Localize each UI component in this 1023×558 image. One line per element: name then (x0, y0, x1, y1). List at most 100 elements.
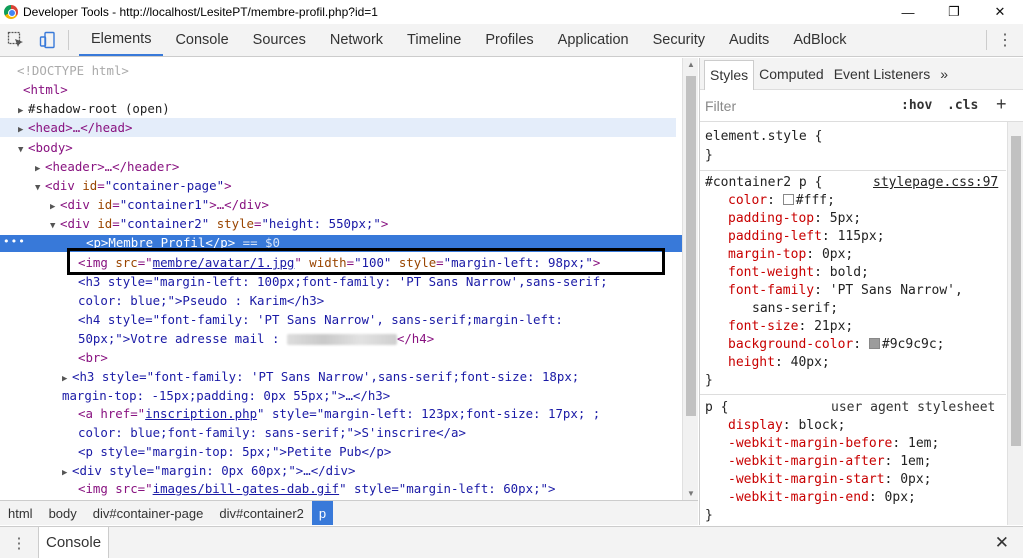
breadcrumb: html body div#container-page div#contain… (0, 500, 698, 525)
rule-divider (700, 394, 1006, 395)
h4-email-node[interactable]: <h4 style="font-family: 'PT Sans Narrow'… (78, 310, 563, 329)
filter-input[interactable]: Filter (705, 98, 736, 114)
ua-prop-margin-end: -webkit-margin-end: 0px; (728, 490, 916, 505)
tab-application[interactable]: Application (546, 24, 641, 56)
h3-pseudo-node-cont[interactable]: color: blue;">Pseudo : Karim</h3> (78, 291, 324, 310)
new-rule-icon[interactable]: + (996, 94, 1007, 115)
breadcrumb-container-page[interactable]: div#container-page (85, 501, 212, 525)
tab-elements[interactable]: Elements (79, 24, 164, 56)
color-swatch[interactable] (868, 338, 880, 349)
div-margin-node[interactable]: ▶ <div style="margin: 0px 60px;">…</div> (62, 461, 355, 480)
container1-node[interactable]: ▶ <div id="container1">…</div> (50, 195, 269, 214)
img-gif-node[interactable]: <img src="images/bill-gates-dab.gif" sty… (78, 479, 555, 498)
drawer-tab-console[interactable]: Console (38, 526, 110, 558)
scroll-up-icon[interactable]: ▲ (687, 60, 695, 69)
breadcrumb-container2[interactable]: div#container2 (211, 501, 312, 525)
prop-padding-left[interactable]: padding-left: 115px; (728, 228, 885, 246)
rule1-close: } (705, 373, 713, 388)
tab-computed[interactable]: Computed (754, 58, 829, 90)
tab-timeline[interactable]: Timeline (395, 24, 473, 56)
collapse-triangle-icon[interactable]: ▼ (35, 179, 45, 198)
device-toolbar-icon[interactable] (32, 24, 64, 56)
rule-divider (700, 170, 1006, 171)
devtools-toolbar: Elements Console Sources Network Timelin… (0, 24, 1023, 57)
prop-font-size[interactable]: font-size: 21px; (728, 318, 853, 336)
prop-background-color[interactable]: background-color: #9c9c9c; (728, 336, 945, 354)
rule1-source-link[interactable]: stylepage.css:97 (873, 174, 998, 192)
gif-src-link[interactable]: images/bill-gates-dab.gif (153, 481, 340, 496)
h4-email-node-cont[interactable]: 50px;">Votre adresse mail : </h4> (78, 329, 434, 348)
blurred-email (286, 334, 397, 345)
row-menu-icon[interactable]: ••• (3, 235, 26, 248)
inscription-link[interactable]: inscription.php (145, 406, 257, 421)
color-swatch[interactable] (782, 194, 794, 205)
tab-console[interactable]: Console (163, 24, 240, 56)
container-page-node[interactable]: ▼ <div id="container-page"> (35, 176, 232, 195)
elements-scrollbar[interactable]: ▲ ▼ (682, 58, 698, 500)
scroll-down-icon[interactable]: ▼ (687, 489, 695, 498)
prop-color[interactable]: color: #fff; (728, 192, 835, 210)
styles-filter-bar: Filter :hov .cls + (700, 90, 1023, 122)
h3-narrow-node[interactable]: ▶ <h3 style="font-family: 'PT Sans Narrow… (62, 367, 579, 386)
tab-network[interactable]: Network (318, 24, 395, 56)
tab-audits[interactable]: Audits (717, 24, 781, 56)
br-node[interactable]: <br> (78, 348, 108, 367)
prop-font-weight[interactable]: font-weight: bold; (728, 264, 869, 282)
head-node[interactable]: ▶ <head>…</head> (18, 118, 132, 137)
prop-padding-top[interactable]: padding-top: 5px; (728, 210, 861, 228)
close-drawer-icon[interactable]: ✕ (995, 533, 1009, 553)
maximize-button[interactable]: ❐ (931, 0, 977, 24)
rule1-selector[interactable]: #container2 p { (705, 174, 822, 192)
a-inscription-node-cont[interactable]: color: blue;font-family: sans-serif;">S'… (78, 423, 466, 442)
collapse-triangle-icon[interactable]: ▼ (50, 217, 60, 236)
tab-adblock[interactable]: AdBlock (781, 24, 858, 56)
prop-font-family[interactable]: font-family: 'PT Sans Narrow', (728, 282, 963, 300)
breadcrumb-p[interactable]: p (311, 501, 334, 525)
drawer-menu-icon[interactable]: ⋮ (0, 534, 38, 552)
scrollbar-thumb[interactable] (1011, 136, 1021, 446)
doctype-node[interactable]: <!DOCTYPE html> (17, 61, 129, 80)
prop-margin-top[interactable]: margin-top: 0px; (728, 246, 853, 264)
styles-scrollbar[interactable] (1007, 122, 1023, 525)
expand-triangle-icon[interactable]: ▶ (62, 464, 72, 483)
elements-dom-tree: ••• <p>Membre Profil</p> == $0 <!DOCTYPE… (0, 58, 682, 500)
styles-sidebar: Styles Computed Event Listeners » Filter… (699, 58, 1023, 525)
h3-pseudo-node[interactable]: <h3 style="margin-left: 100px;font-famil… (78, 272, 608, 291)
prop-height[interactable]: height: 40px; (728, 354, 830, 372)
console-drawer: ⋮ Console ✕ (0, 526, 1023, 558)
minimize-button[interactable]: — (885, 0, 931, 24)
tab-sources[interactable]: Sources (241, 24, 318, 56)
rule2-selector[interactable]: p { (705, 399, 728, 417)
a-inscription-node[interactable]: <a href="inscription.php" style="margin-… (78, 404, 600, 423)
h3-narrow-node-cont[interactable]: margin-top: -15px;padding: 0px 55px;">…<… (62, 386, 390, 405)
close-window-button[interactable]: ✕ (977, 0, 1023, 24)
window-controls: — ❐ ✕ (885, 0, 1023, 24)
collapse-triangle-icon[interactable]: ▼ (18, 141, 28, 160)
window-title: Developer Tools - http://localhost/Lesit… (23, 5, 378, 19)
shadow-root-node[interactable]: ▶ #shadow-root (open) (18, 99, 170, 118)
body-node[interactable]: ▼ <body> (18, 138, 73, 157)
tab-profiles[interactable]: Profiles (473, 24, 545, 56)
toolbar-divider (68, 30, 69, 50)
hover-state-toggle[interactable]: :hov (901, 98, 932, 113)
more-tabs-icon[interactable]: » (935, 58, 953, 90)
header-node[interactable]: ▶ <header>…</header> (35, 157, 179, 176)
rule2-close: } (705, 508, 713, 523)
tab-security[interactable]: Security (641, 24, 717, 56)
element-style-selector[interactable]: element.style { (705, 128, 822, 146)
html-node[interactable]: <html> (23, 80, 68, 99)
p-pub-node[interactable]: <p style="margin-top: 5px;">Petite Pub</… (78, 442, 391, 461)
more-menu-icon[interactable]: ⋮ (997, 24, 1013, 56)
breadcrumb-body[interactable]: body (41, 501, 85, 525)
tab-event-listeners[interactable]: Event Listeners (829, 58, 936, 90)
tab-styles[interactable]: Styles (704, 59, 755, 90)
container2-node[interactable]: ▼ <div id="container2" style="height: 550… (50, 214, 388, 233)
ua-prop-display: display: block; (728, 418, 846, 433)
breadcrumb-html[interactable]: html (0, 501, 41, 525)
scrollbar-thumb[interactable] (686, 76, 696, 416)
chrome-icon (4, 5, 18, 19)
element-style-close: } (705, 148, 713, 163)
class-toggle[interactable]: .cls (947, 98, 978, 113)
prop-font-family-cont: sans-serif; (752, 301, 839, 316)
inspect-element-icon[interactable] (0, 24, 32, 56)
